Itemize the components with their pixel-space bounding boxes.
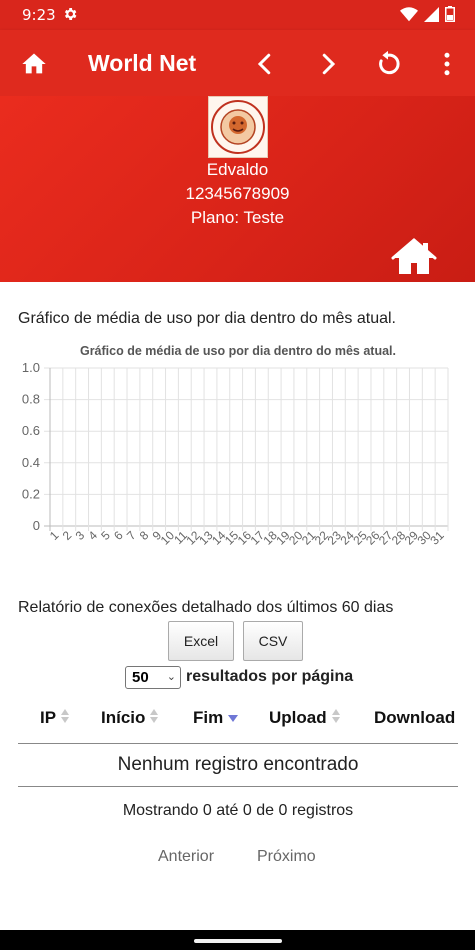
report-title: Relatório de conexões detalhado dos últi… bbox=[18, 599, 394, 616]
status-time: 9:23 bbox=[22, 6, 56, 24]
sort-icon bbox=[61, 708, 70, 729]
sort-icon bbox=[331, 708, 340, 729]
page-size-value: 50 bbox=[132, 669, 149, 686]
next-page-button[interactable]: Próximo bbox=[257, 848, 316, 866]
y-tick-label: 0 bbox=[33, 518, 40, 533]
x-tick-label: 5 bbox=[98, 528, 113, 543]
csv-button[interactable]: CSV bbox=[243, 621, 303, 661]
column-header-ip[interactable]: IP bbox=[40, 708, 70, 729]
x-tick-label: 31 bbox=[427, 528, 447, 548]
y-tick-label: 0.6 bbox=[22, 423, 40, 438]
chevron-right-icon[interactable] bbox=[313, 49, 343, 79]
column-header-download[interactable]: Download bbox=[374, 708, 460, 728]
signal-icon bbox=[424, 6, 439, 26]
y-tick-label: 0.8 bbox=[22, 392, 40, 407]
column-header-inicio[interactable]: Início bbox=[101, 708, 159, 729]
column-header-fim[interactable]: Fim bbox=[193, 708, 239, 729]
profile-plan: Plano: Teste bbox=[190, 208, 285, 227]
x-tick-label: 7 bbox=[124, 528, 139, 543]
sort-desc-icon bbox=[228, 708, 239, 729]
home-icon[interactable] bbox=[20, 50, 48, 78]
refresh-icon[interactable] bbox=[373, 49, 403, 79]
x-tick-label: 3 bbox=[73, 528, 88, 543]
battery-icon bbox=[445, 6, 455, 26]
app-bar: World Net bbox=[0, 30, 475, 96]
profile-phone: 12345678909 bbox=[185, 184, 290, 203]
page-size-select[interactable]: 50 ⌄ bbox=[125, 666, 181, 689]
app-title: World Net bbox=[88, 50, 197, 76]
table-empty-message: Nenhum registro encontrado bbox=[117, 754, 359, 775]
prev-page-button[interactable]: Anterior bbox=[158, 848, 214, 866]
table-header-divider bbox=[18, 743, 458, 744]
page-size-label: resultados por página bbox=[186, 668, 354, 685]
chart-title: Gráfico de média de uso por dia dentro d… bbox=[80, 344, 396, 358]
table-info: Mostrando 0 até 0 de 0 registros bbox=[122, 802, 354, 819]
chevron-left-icon[interactable] bbox=[250, 49, 280, 79]
logo bbox=[208, 96, 268, 158]
x-tick-label: 1 bbox=[47, 528, 62, 543]
x-tick-label: 6 bbox=[111, 528, 126, 543]
table-bottom-divider bbox=[18, 786, 458, 787]
x-tick-label: 8 bbox=[137, 528, 152, 543]
y-tick-label: 1.0 bbox=[22, 360, 40, 375]
sort-icon bbox=[150, 708, 159, 729]
wifi-icon bbox=[400, 6, 418, 26]
status-bar: 9:23 bbox=[0, 0, 475, 30]
x-tick-label: 4 bbox=[85, 528, 100, 543]
home-gesture-handle[interactable] bbox=[194, 939, 282, 943]
chevron-down-icon: ⌄ bbox=[166, 671, 176, 683]
x-tick-label: 2 bbox=[60, 528, 75, 543]
column-header-upload[interactable]: Upload bbox=[269, 708, 340, 729]
y-tick-label: 0.2 bbox=[22, 486, 40, 501]
usage-chart: Gráfico de média de uso por dia dentro d… bbox=[22, 344, 449, 548]
chart-caption: Gráfico de média de uso por dia dentro d… bbox=[18, 310, 396, 327]
profile-name: Edvaldo bbox=[206, 160, 269, 179]
home-icon[interactable] bbox=[390, 236, 438, 276]
gear-icon bbox=[62, 6, 78, 26]
more-vert-icon[interactable] bbox=[432, 49, 462, 79]
excel-button[interactable]: Excel bbox=[168, 621, 234, 661]
y-tick-label: 0.4 bbox=[22, 455, 40, 470]
profile-header: Edvaldo 12345678909 Plano: Teste bbox=[0, 96, 475, 282]
system-icons bbox=[400, 6, 455, 26]
